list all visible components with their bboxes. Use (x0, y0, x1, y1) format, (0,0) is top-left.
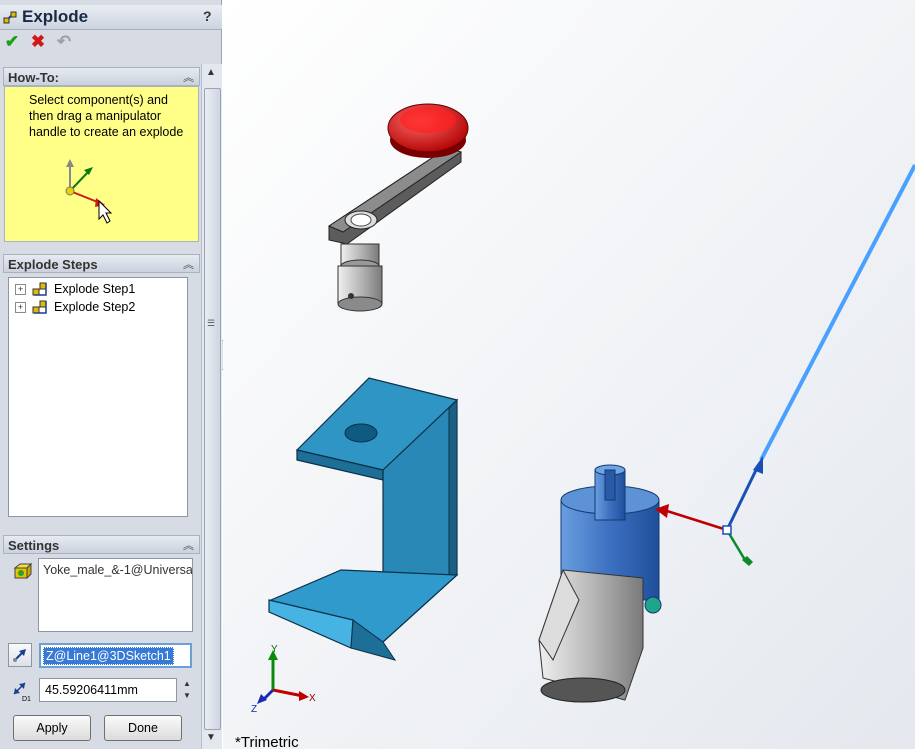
howto-header[interactable]: How-To: ︽ (3, 67, 200, 86)
reverse-direction-icon (13, 649, 26, 662)
settings-title: Settings (8, 538, 60, 553)
scroll-grip-icon: ☰ (207, 318, 216, 328)
distance-icon: D1 (13, 682, 31, 702)
explode-steps-list[interactable]: + Explode Step1 + Explode Step2 (8, 277, 188, 517)
explode-direction-field[interactable]: Z@Line1@3DSketch1 (39, 643, 192, 668)
triad-z-label: Z (251, 704, 257, 715)
explode-step-icon (32, 282, 47, 296)
howto-text: Select component(s) and then drag a mani… (29, 93, 184, 139)
component-item[interactable]: Yoke_male_&-1@Universal (43, 563, 192, 577)
ok-button[interactable]: ✔ (2, 32, 22, 52)
panel-title: Explode (22, 7, 89, 26)
component-icon (13, 562, 33, 580)
explode-step-label: Explode Step1 (54, 282, 136, 296)
collapse-icon[interactable]: ︽ (183, 537, 194, 553)
expand-icon[interactable]: + (15, 302, 26, 313)
undo-button[interactable]: ↶ (54, 32, 74, 52)
explode-step-label: Explode Step2 (54, 300, 136, 314)
scroll-up-icon[interactable]: ▲ (206, 67, 216, 78)
distance-icon-label: D1 (22, 696, 31, 702)
help-button[interactable]: ? (203, 8, 212, 24)
expand-icon[interactable]: + (15, 284, 26, 295)
cancel-button[interactable]: ✖ (28, 32, 48, 52)
spin-down-icon[interactable]: ▼ (180, 690, 194, 702)
manipulator-triad-icon (65, 159, 113, 224)
explode-direction-value: Z@Line1@3DSketch1 (43, 647, 174, 665)
spin-up-icon[interactable]: ▲ (180, 678, 194, 690)
triad-y-label: Y (271, 644, 278, 655)
explode-icon (3, 11, 17, 24)
components-to-explode-list[interactable]: Yoke_male_&-1@Universal (38, 558, 193, 632)
model-view[interactable]: Y X Z (223, 0, 915, 749)
explode-step-icon (32, 300, 47, 314)
explode-distance-input[interactable]: 45.59206411mm (39, 678, 177, 702)
explode-steps-header[interactable]: Explode Steps ︽ (3, 254, 200, 273)
distance-spinner[interactable]: ▲ ▼ (180, 678, 194, 702)
scroll-thumb[interactable] (204, 88, 221, 730)
property-manager-panel: Explode ? ✔ ✖ ↶ How-To: ︽ Select compone… (0, 0, 222, 749)
howto-body: Select component(s) and then drag a mani… (4, 86, 199, 242)
reverse-direction-button[interactable] (8, 643, 32, 667)
collapse-icon[interactable]: ︽ (183, 256, 194, 272)
view-orientation-label: *Trimetric (235, 734, 299, 751)
howto-title: How-To: (8, 70, 60, 85)
panel-scrollbar[interactable]: ▲ ☰ ▼ (201, 64, 222, 749)
collapse-icon[interactable]: ︽ (183, 69, 194, 85)
settings-header[interactable]: Settings ︽ (3, 535, 200, 554)
apply-button[interactable]: Apply (13, 715, 91, 741)
done-button[interactable]: Done (104, 715, 182, 741)
scroll-down-icon[interactable]: ▼ (206, 732, 216, 743)
graphics-viewport[interactable]: Y X Z *Trimetric (223, 0, 915, 751)
explode-steps-title: Explode Steps (8, 257, 98, 272)
explode-distance-value: 45.59206411mm (45, 683, 138, 697)
triad-x-label: X (309, 693, 316, 704)
panel-titlebar: Explode ? (0, 5, 222, 30)
